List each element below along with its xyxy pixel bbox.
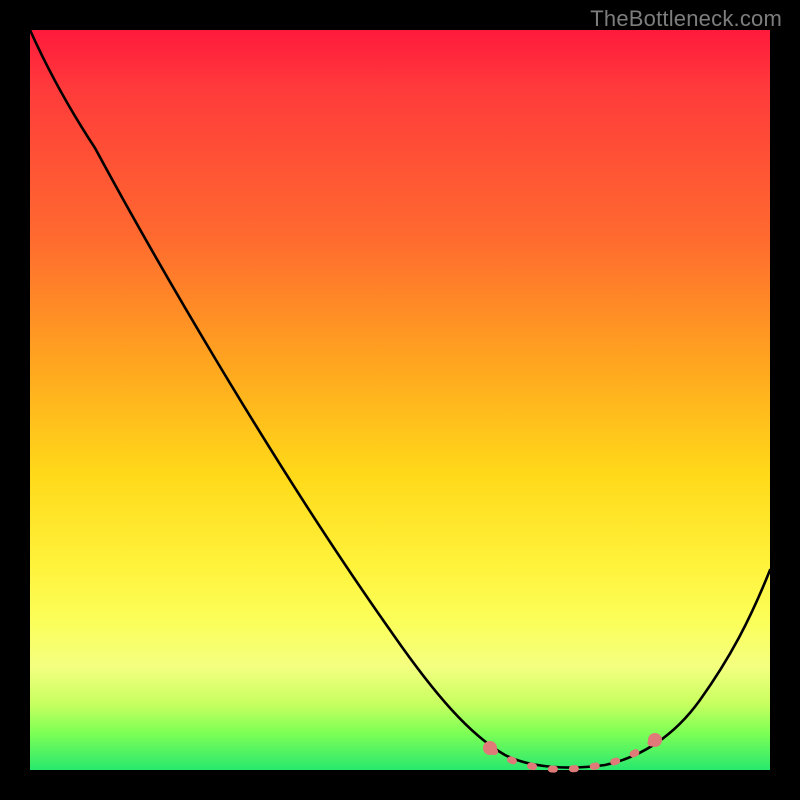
dot-right — [648, 733, 662, 747]
curve-path — [30, 30, 770, 768]
watermark: TheBottleneck.com — [590, 6, 782, 32]
chart-frame: TheBottleneck.com — [0, 0, 800, 800]
dot-left — [483, 741, 497, 755]
bottleneck-curve — [30, 30, 770, 770]
plot-area — [30, 30, 770, 770]
curve-dotted-segment — [492, 742, 652, 769]
